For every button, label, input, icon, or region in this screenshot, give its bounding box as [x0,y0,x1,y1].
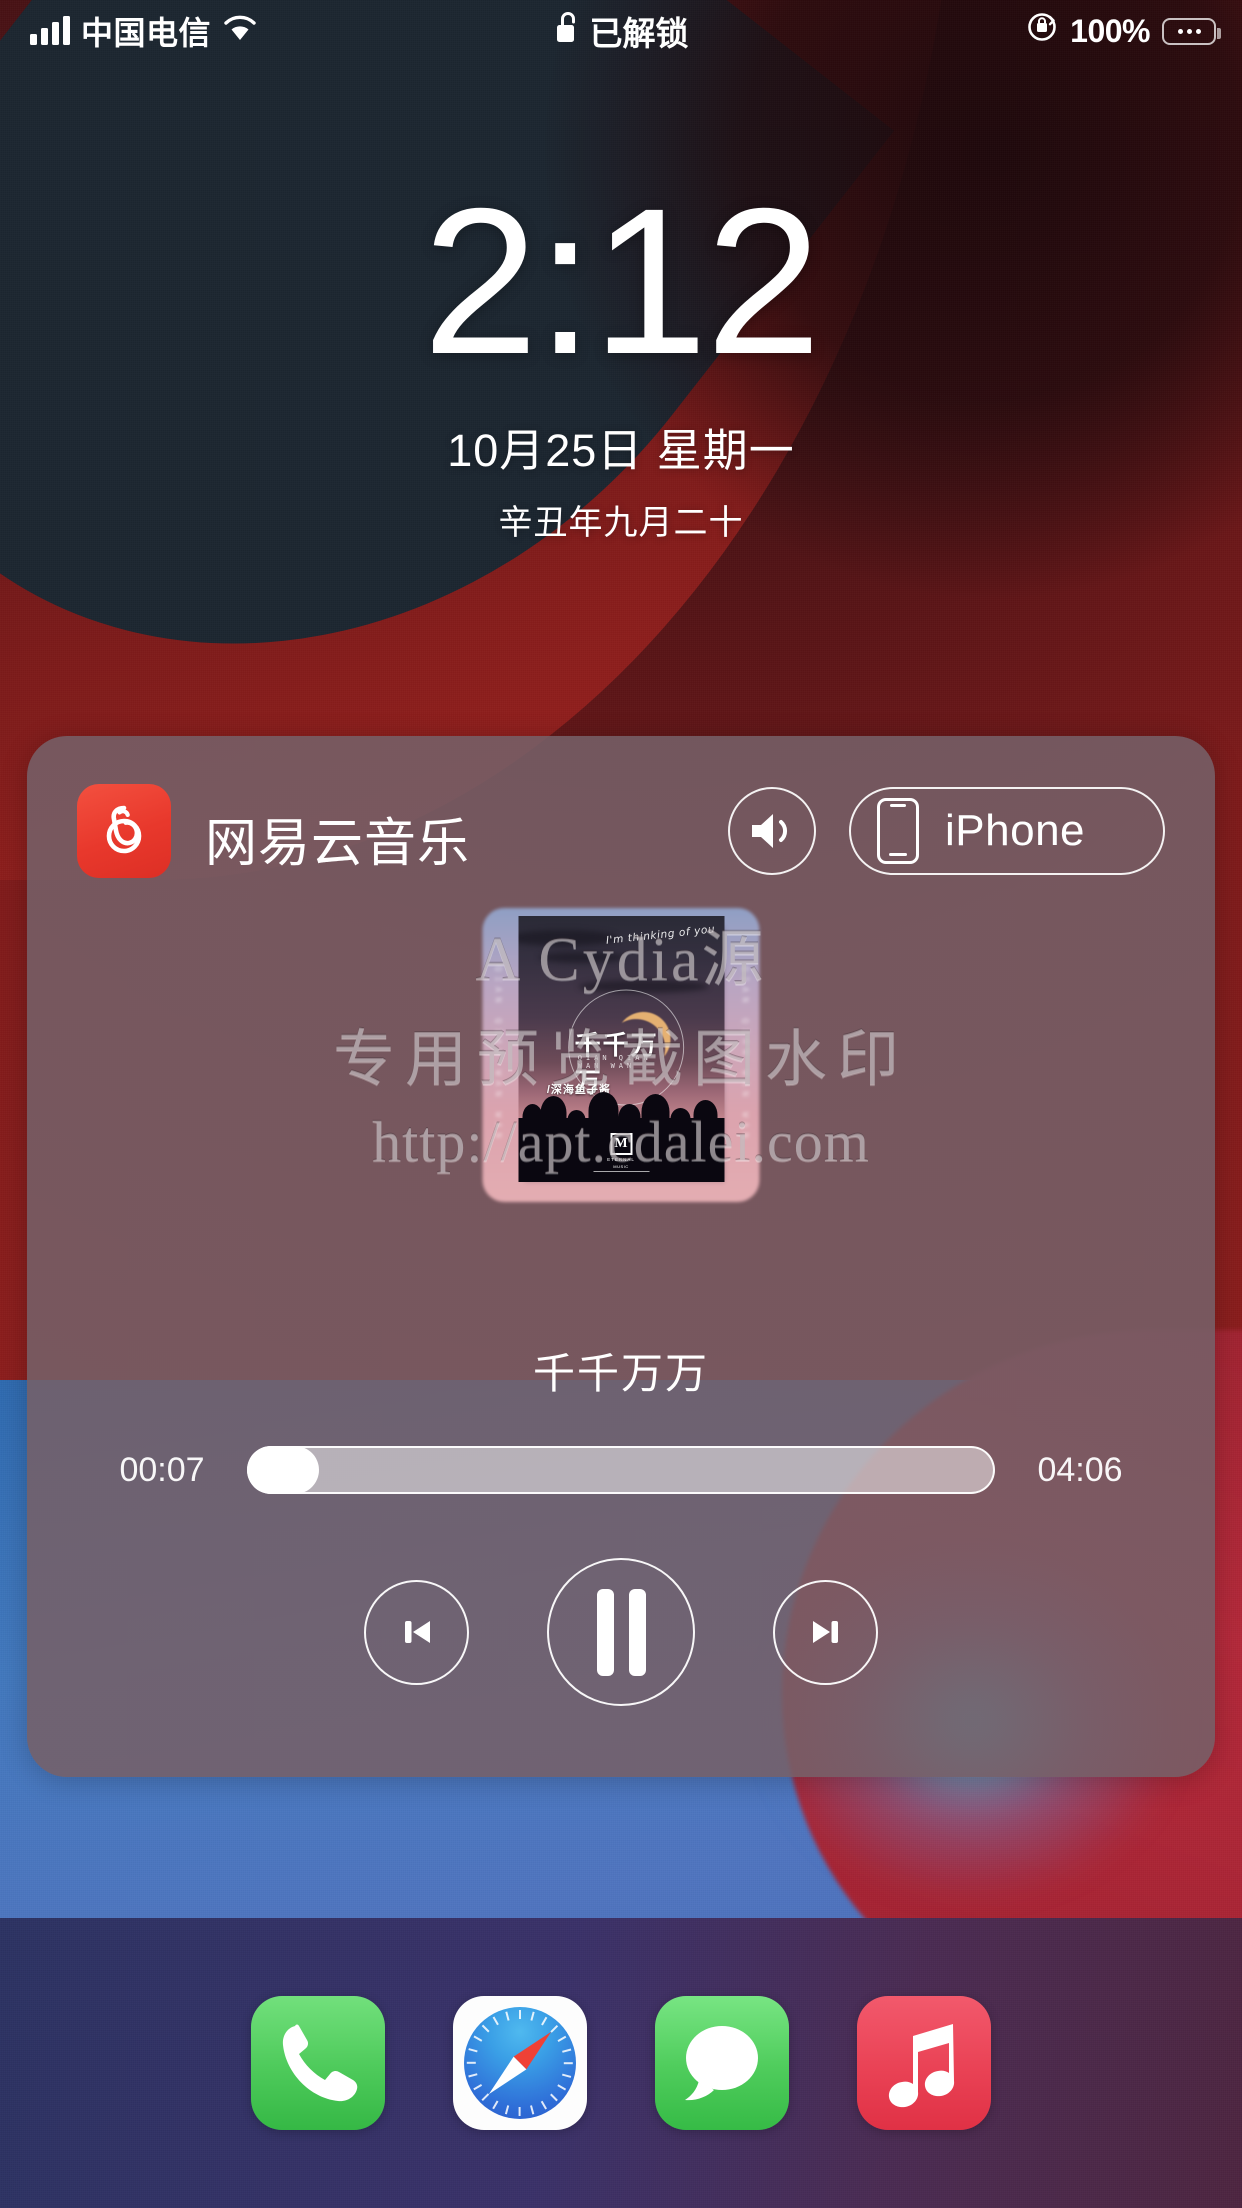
status-bar-right: 100% [1026,11,1221,51]
artwork-side-text-left: QIAN QIAN WAN WAN [492,966,503,1144]
artwork-pinyin-overlay: QIAN QIAN WAN WAN [577,1054,652,1071]
audio-route-button[interactable]: iPhone [849,787,1165,875]
skip-forward-icon[interactable] [773,1579,878,1685]
progress-track[interactable] [247,1446,995,1494]
transport-controls [27,1542,1215,1722]
artwork-label-rule [593,1171,649,1172]
elapsed-time-label: 00:07 [119,1450,205,1489]
battery-percent-label: 100% [1070,12,1150,49]
now-playing-header: 网易云音乐 iPhone [77,784,1165,879]
album-artwork[interactable]: QIAN QIAN WAN WAN QIAN QIAN WAN WAN I'm … [482,908,760,1202]
lock-screen-lunar-date: 辛丑年九月二十 [498,504,744,542]
app-name-label: 网易云音乐 [205,815,471,873]
messages-app-icon[interactable] [655,1996,789,2130]
artwork-handwritten-text: I'm thinking of you [604,923,716,947]
artwork-label-name: ETERNAL [607,1157,635,1162]
lock-screen-time: 2:12 [422,166,822,398]
skip-backward-icon[interactable] [364,1579,469,1685]
dock [0,1918,1242,2208]
audio-route-label: iPhone [945,806,1086,855]
total-time-label: 04:06 [1037,1450,1123,1489]
album-artwork-image: I'm thinking of you 千千万万 QIAN QIAN WAN W… [518,916,724,1182]
lock-status-label: 已解锁 [589,15,689,52]
phone-app-icon[interactable] [251,1996,385,2130]
music-app-icon[interactable] [857,1996,991,2130]
safari-app-icon[interactable] [453,1996,587,2130]
artwork-label-sub: MUSIC [613,1164,629,1169]
song-title-label: 千千万万 [532,1350,709,1397]
netease-cloud-music-icon[interactable] [77,784,171,878]
speaker-wave-icon[interactable] [728,787,816,875]
safari-compass-needle [464,2007,576,2119]
iphone-device-icon [877,798,919,864]
now-playing-widget[interactable]: 网易云音乐 iPhone QIAN QIAN WAN WAN QIAN QIAN… [27,736,1215,1777]
rotation-lock-icon [1026,11,1058,51]
artwork-cloud [578,980,708,993]
artwork-side-text-right: QIAN QIAN WAN WAN [739,966,750,1144]
status-bar: 中国电信 已解锁 100% [0,0,1242,62]
artwork-record-label-logo: M ETERNAL MUSIC [593,1133,649,1172]
progress-thumb[interactable] [247,1446,319,1494]
artwork-label-mark: M [610,1133,632,1155]
battery-full-icon [1162,17,1221,45]
artwork-cloud [538,952,624,963]
pause-bars [596,1588,646,1676]
lock-screen-clock-block: 2:12 10月25日 星期一 辛丑年九月二十 [0,178,1242,544]
unlocked-lock-icon [554,10,580,52]
lock-screen-date: 10月25日 星期一 [447,425,795,476]
pause-icon[interactable] [547,1558,695,1706]
safari-compass-face [464,2007,576,2119]
playback-scrubber[interactable]: 00:07 04:06 [101,1438,1141,1502]
